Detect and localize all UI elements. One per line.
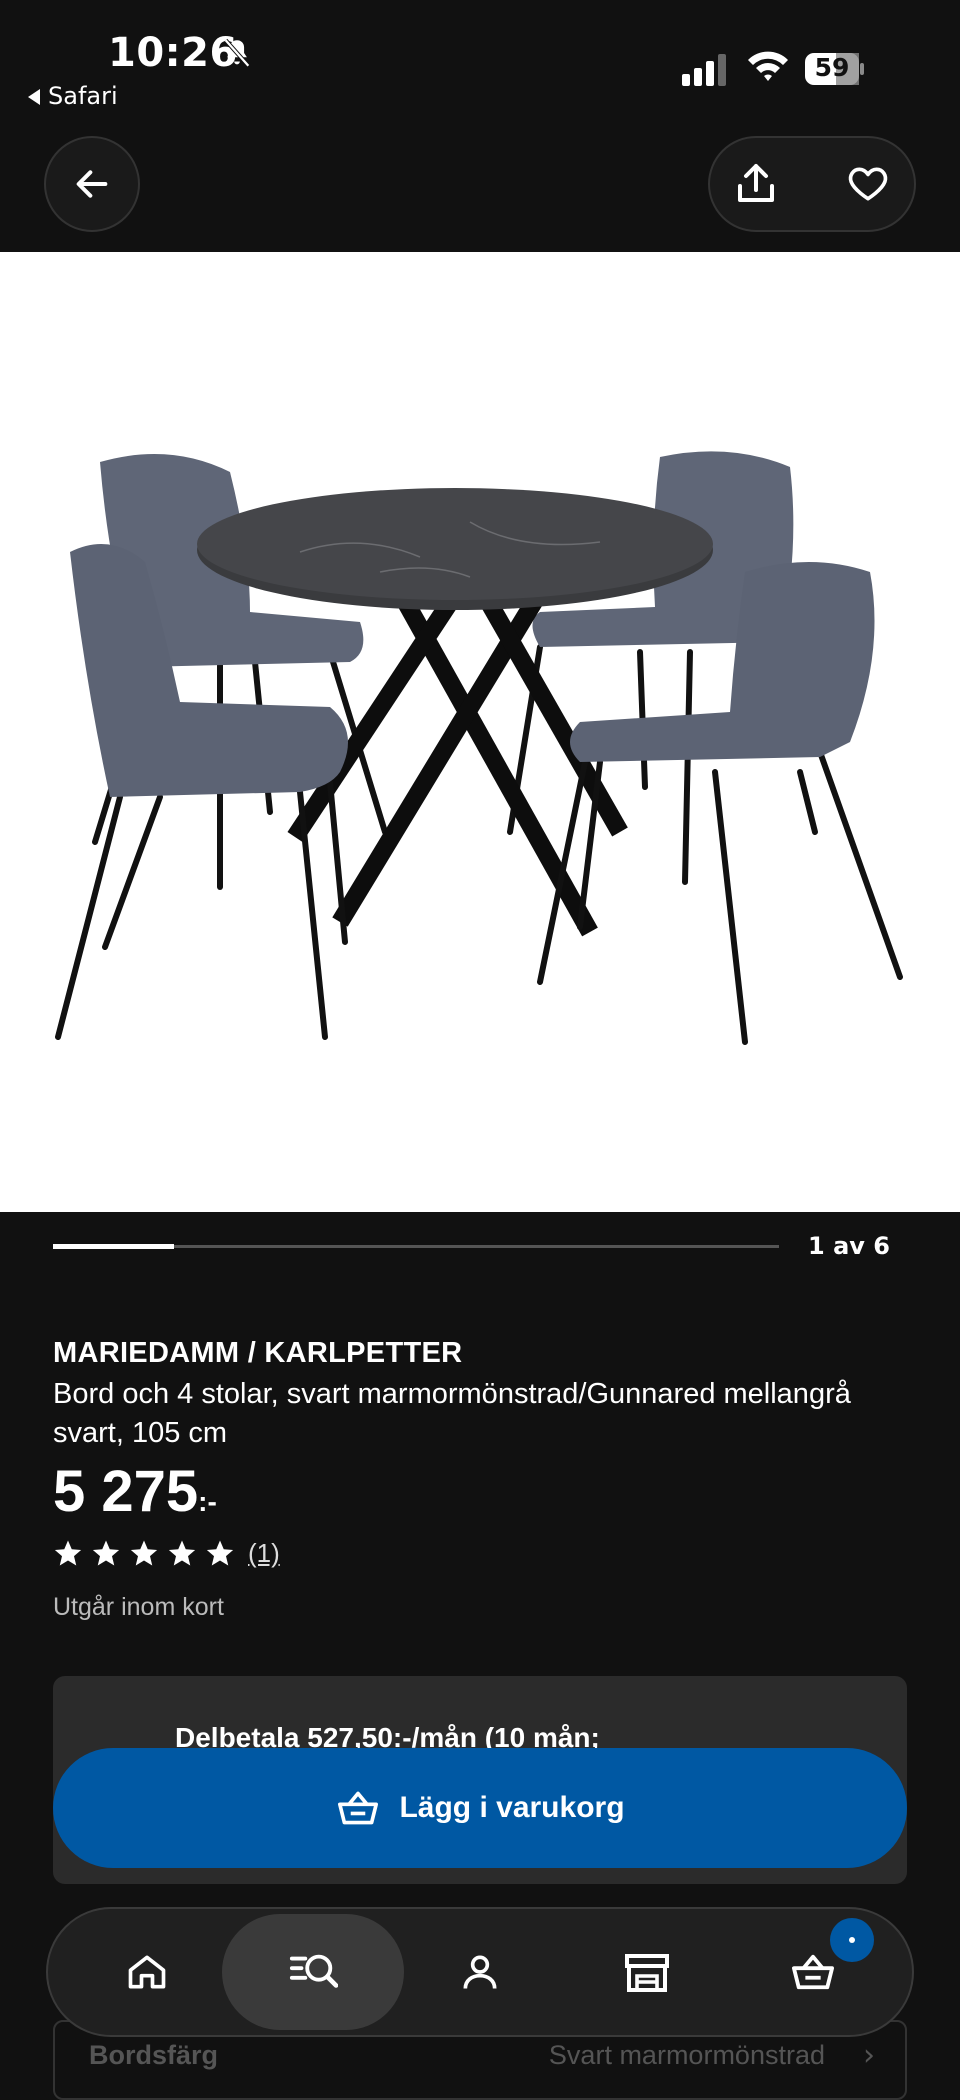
product-description: Bord och 4 stolar, svart marmormönstrad/… bbox=[53, 1378, 851, 1449]
wifi-icon bbox=[748, 51, 788, 81]
cart-badge-dot bbox=[849, 1937, 855, 1943]
star-icon bbox=[92, 1540, 120, 1566]
tab-store[interactable] bbox=[582, 1907, 712, 2037]
add-to-cart-button[interactable]: Lägg i varukorg bbox=[53, 1748, 907, 1868]
add-to-cart-label: Lägg i varukorg bbox=[399, 1791, 625, 1824]
gallery-progress bbox=[53, 1244, 779, 1249]
chevron-right-icon: › bbox=[863, 2038, 875, 2073]
availability-text: Utgår inom kort bbox=[53, 1593, 224, 1621]
share-button[interactable] bbox=[720, 148, 792, 220]
back-button[interactable] bbox=[44, 136, 140, 232]
star-icon bbox=[206, 1540, 234, 1566]
option-label: Bordsfärg bbox=[89, 2040, 219, 2070]
store-icon bbox=[625, 1954, 669, 1992]
signal-icon bbox=[682, 54, 726, 86]
battery-level: 59 bbox=[814, 53, 850, 82]
back-triangle-icon bbox=[28, 89, 40, 105]
basket-icon bbox=[338, 1791, 379, 1825]
tab-profile[interactable] bbox=[415, 1907, 545, 2037]
product-price: 5 275:- bbox=[53, 1458, 217, 1525]
tab-home[interactable] bbox=[82, 1907, 212, 2037]
product-image[interactable] bbox=[0, 252, 960, 1212]
bell-slash-icon bbox=[224, 38, 250, 68]
star-icon bbox=[130, 1540, 158, 1566]
share-icon bbox=[738, 164, 774, 202]
tab-search[interactable] bbox=[248, 1907, 378, 2037]
rating-count-link[interactable]: (1) bbox=[248, 1538, 280, 1569]
back-to-safari[interactable]: Safari bbox=[28, 82, 118, 110]
gallery-progress-fill bbox=[53, 1244, 175, 1249]
status-time: 10:26 bbox=[108, 30, 238, 76]
favorite-button[interactable] bbox=[832, 148, 904, 220]
arrow-left-icon bbox=[76, 170, 108, 198]
battery-indicator: 59 bbox=[804, 52, 866, 86]
cart-badge bbox=[830, 1918, 874, 1962]
heart-icon bbox=[848, 167, 888, 201]
gallery-pager: 1 av 6 bbox=[808, 1232, 890, 1260]
search-list-icon bbox=[289, 1954, 338, 1988]
star-icon bbox=[54, 1540, 82, 1566]
table-and-chairs-illustration bbox=[55, 451, 903, 1045]
option-value: Svart marmormönstrad bbox=[548, 2040, 825, 2070]
home-icon bbox=[128, 1955, 166, 1989]
star-icon bbox=[168, 1540, 196, 1566]
basket-icon bbox=[792, 1954, 834, 1990]
back-app-label: Safari bbox=[48, 82, 118, 110]
person-icon bbox=[463, 1955, 497, 1989]
rating-stars[interactable] bbox=[53, 1538, 235, 1570]
product-name: MARIEDAMM / KARLPETTER bbox=[53, 1337, 463, 1369]
price-suffix: :- bbox=[198, 1486, 217, 1517]
price-main: 5 275 bbox=[53, 1459, 199, 1524]
